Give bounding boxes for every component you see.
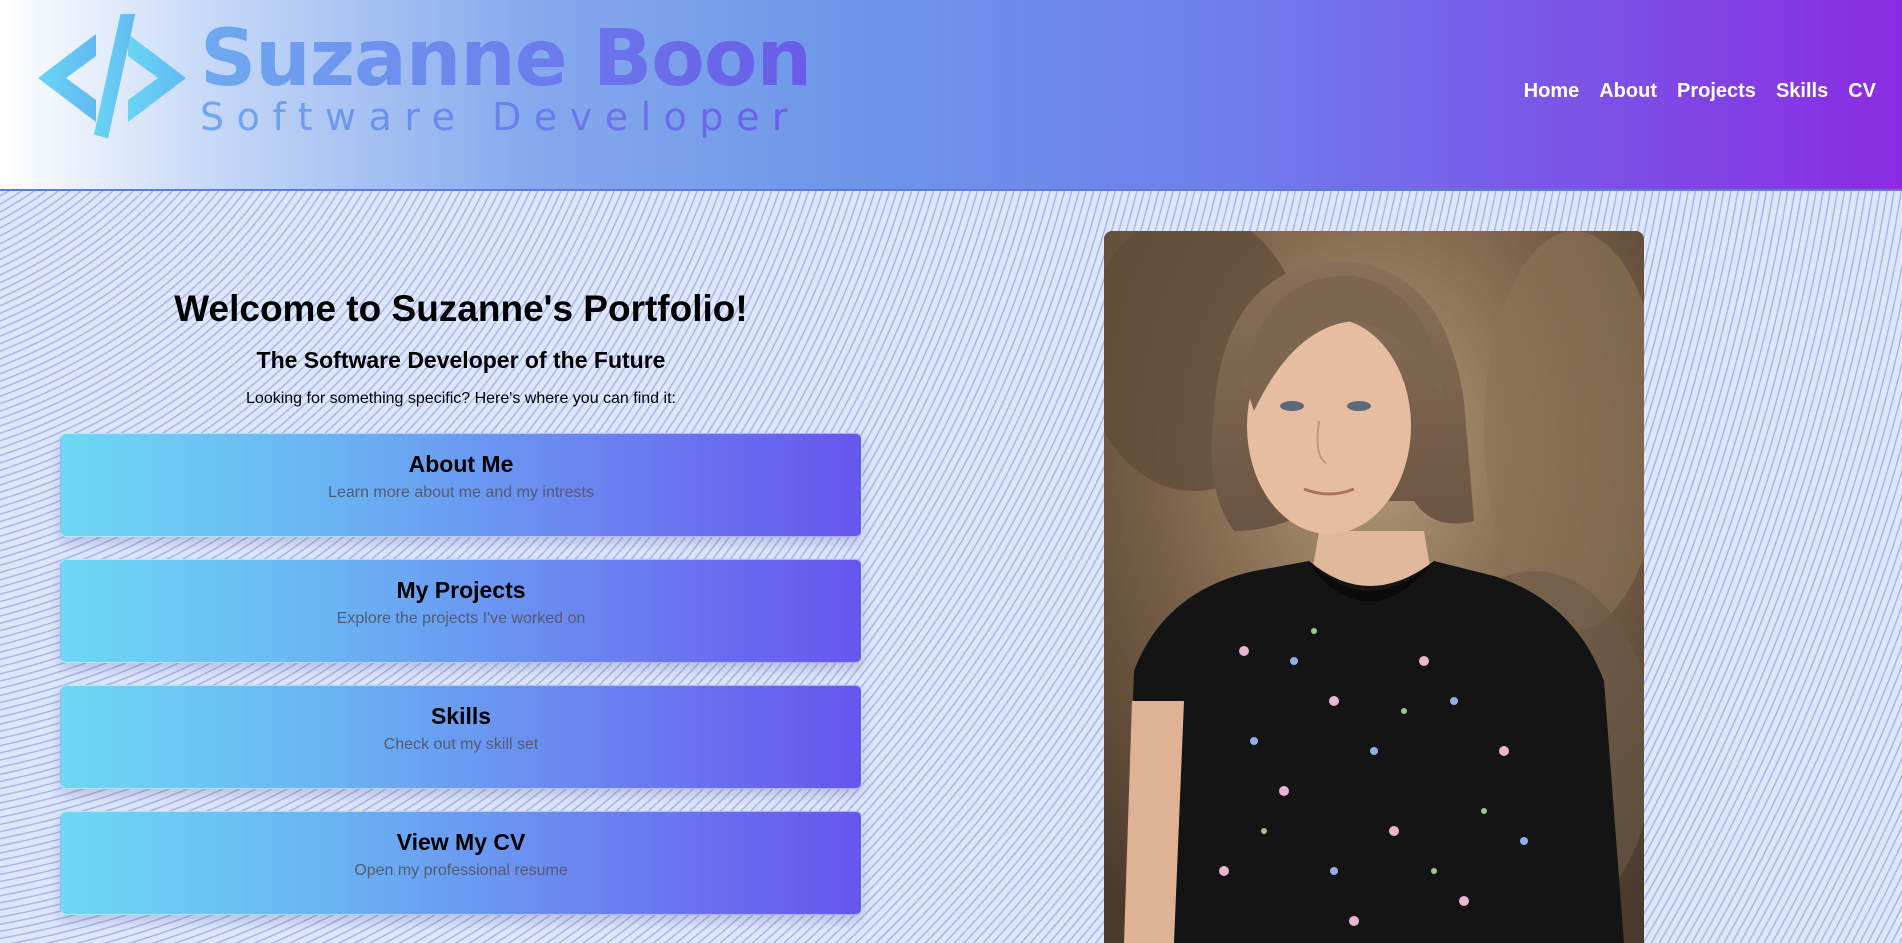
navigation-cards: About Me Learn more about me and my intr… bbox=[60, 433, 862, 937]
card-description: Explore the projects I've worked on bbox=[336, 610, 586, 627]
view-cv-card[interactable]: View My CV Open my professional resume bbox=[60, 811, 862, 915]
card-description: Check out my skill set bbox=[383, 736, 539, 753]
skills-card[interactable]: Skills Check out my skill set bbox=[60, 685, 862, 789]
nav-projects-link[interactable]: Projects bbox=[1677, 80, 1756, 103]
site-header: Suzanne Boon Software Developer Home Abo… bbox=[0, 0, 1902, 191]
intro-prompt: Looking for something specific? Here's w… bbox=[246, 390, 676, 407]
page-subtitle: The Software Developer of the Future bbox=[256, 347, 666, 373]
page-title: Welcome to Suzanne's Portfolio! bbox=[174, 288, 748, 329]
main-nav: Home About Projects Skills CV bbox=[1524, 80, 1876, 103]
code-brackets-icon bbox=[38, 14, 186, 139]
nav-cv-link[interactable]: CV bbox=[1848, 80, 1876, 103]
card-description: Open my professional resume bbox=[354, 862, 568, 879]
card-title: View My CV bbox=[396, 829, 526, 855]
nav-home-link[interactable]: Home bbox=[1524, 80, 1580, 103]
intro-section: Welcome to Suzanne's Portfolio! The Soft… bbox=[60, 285, 862, 409]
about-me-card[interactable]: About Me Learn more about me and my intr… bbox=[60, 433, 862, 537]
nav-skills-link[interactable]: Skills bbox=[1776, 80, 1828, 103]
card-title: About Me bbox=[408, 451, 514, 477]
my-projects-card[interactable]: My Projects Explore the projects I've wo… bbox=[60, 559, 862, 663]
card-title: My Projects bbox=[396, 577, 526, 603]
portrait-image bbox=[1104, 231, 1644, 943]
card-description: Learn more about me and my intrests bbox=[328, 484, 594, 501]
logo[interactable]: Suzanne Boon Software Developer bbox=[38, 14, 812, 142]
profile-photo bbox=[1104, 231, 1644, 943]
logo-name: Suzanne Boon bbox=[200, 14, 812, 104]
card-title: Skills bbox=[430, 703, 492, 729]
nav-about-link[interactable]: About bbox=[1599, 80, 1657, 103]
logo-subtitle: Software Developer bbox=[200, 96, 811, 138]
